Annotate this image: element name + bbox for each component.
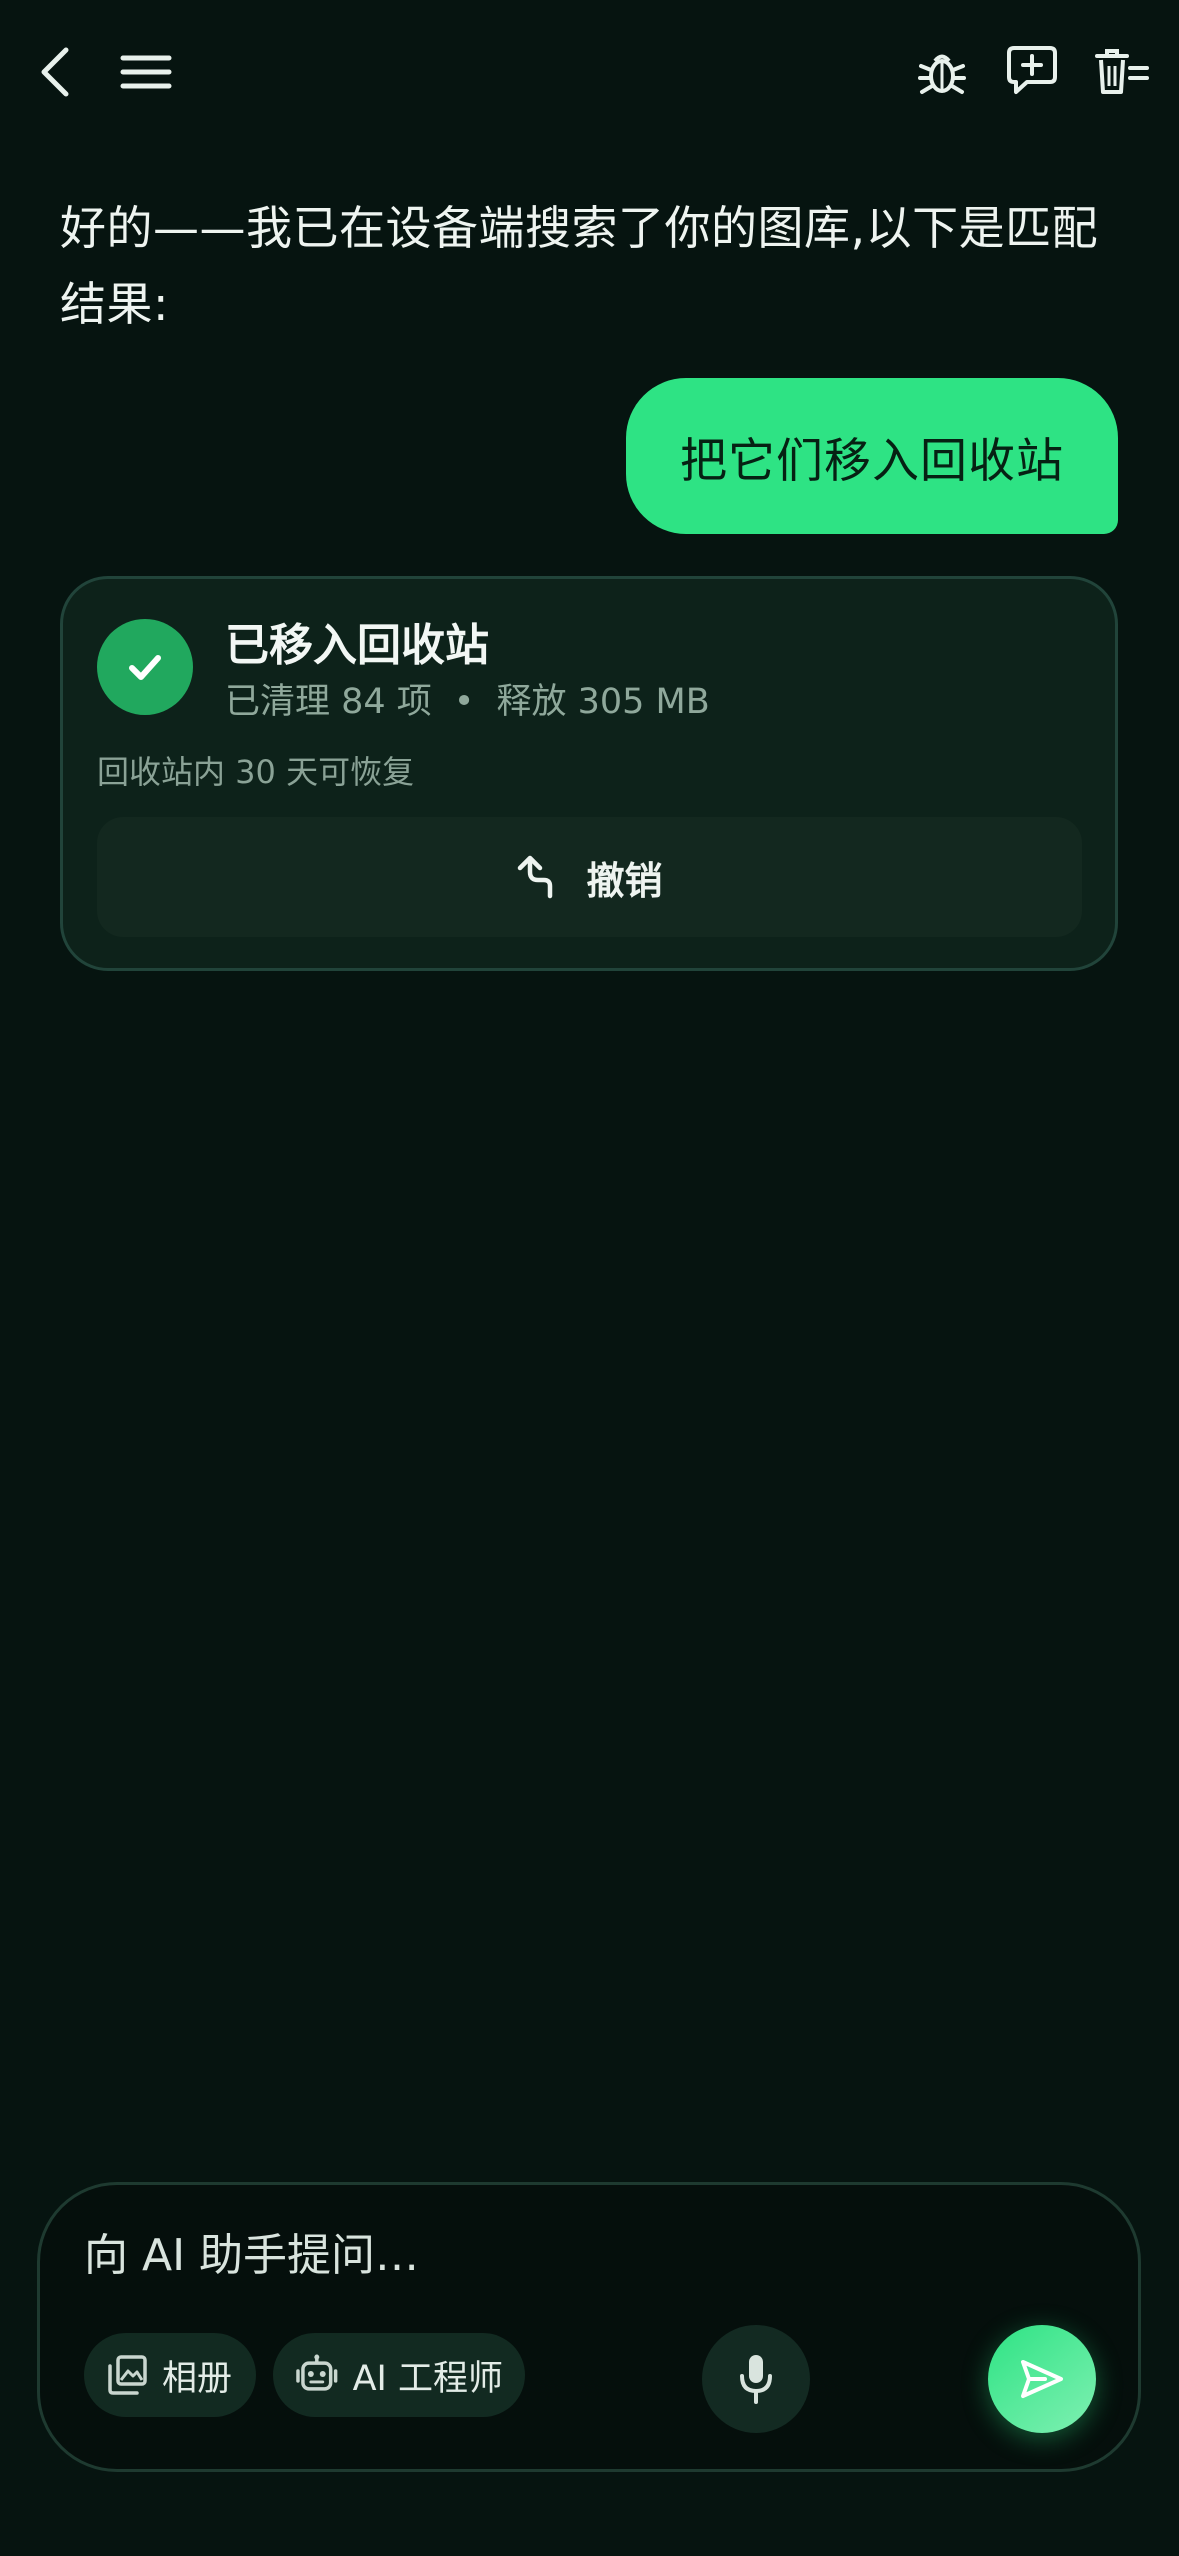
menu-icon — [120, 55, 172, 89]
summary-separator: • — [453, 682, 475, 722]
bug-icon — [918, 54, 966, 94]
send-button[interactable] — [988, 2325, 1096, 2433]
undo-button[interactable]: 撤销 — [97, 817, 1082, 937]
undo-arrow-icon — [518, 855, 553, 899]
new-chat-button[interactable] — [992, 30, 1072, 110]
trash-result-card: 已移入回收站 已清理 84 项 • 释放 305 MB 回收站内 30 天可恢复 撤… — [60, 576, 1118, 971]
card-title: 已移入回收站 — [225, 620, 489, 671]
cleaned-count: 已清理 84 项 — [225, 682, 432, 722]
back-arrow-icon — [41, 47, 69, 97]
recovery-note: 回收站内 30 天可恢复 — [97, 753, 415, 791]
top-bar — [0, 0, 1179, 150]
freed-size: 释放 305 MB — [496, 682, 710, 722]
debug-button[interactable] — [902, 32, 982, 112]
card-summary: 已清理 84 项 • 释放 305 MB — [225, 673, 710, 724]
clear-chat-icon — [1095, 49, 1149, 94]
microphone-button[interactable] — [702, 2325, 810, 2433]
robot-icon — [296, 2354, 338, 2391]
assistant-message: 好的——我已在设备端搜索了你的图库,以下是匹配结果: — [60, 201, 1099, 331]
clear-chat-button[interactable] — [1082, 32, 1162, 112]
back-button[interactable] — [16, 32, 96, 112]
photo-library-icon — [108, 2355, 147, 2395]
undo-label: 撤销 — [586, 858, 663, 903]
send-icon — [1021, 2360, 1063, 2398]
microphone-icon — [740, 2355, 772, 2404]
ai-engineer-chip-label: AI 工程师 — [352, 2358, 503, 2399]
prompt-input[interactable] — [84, 2215, 1064, 2295]
success-badge — [97, 619, 193, 715]
album-chip-label: 相册 — [162, 2358, 233, 2399]
ai-engineer-chip[interactable]: AI 工程师 — [273, 2333, 525, 2417]
menu-button[interactable] — [106, 32, 186, 112]
check-icon — [129, 655, 161, 680]
user-message-text: 把它们移入回收站 — [680, 433, 1064, 489]
user-message-bubble: 把它们移入回收站 — [626, 378, 1118, 534]
composer: 相册 AI 工程师 — [37, 2182, 1141, 2472]
album-chip[interactable]: 相册 — [84, 2333, 256, 2417]
new-chat-icon — [1007, 46, 1057, 94]
